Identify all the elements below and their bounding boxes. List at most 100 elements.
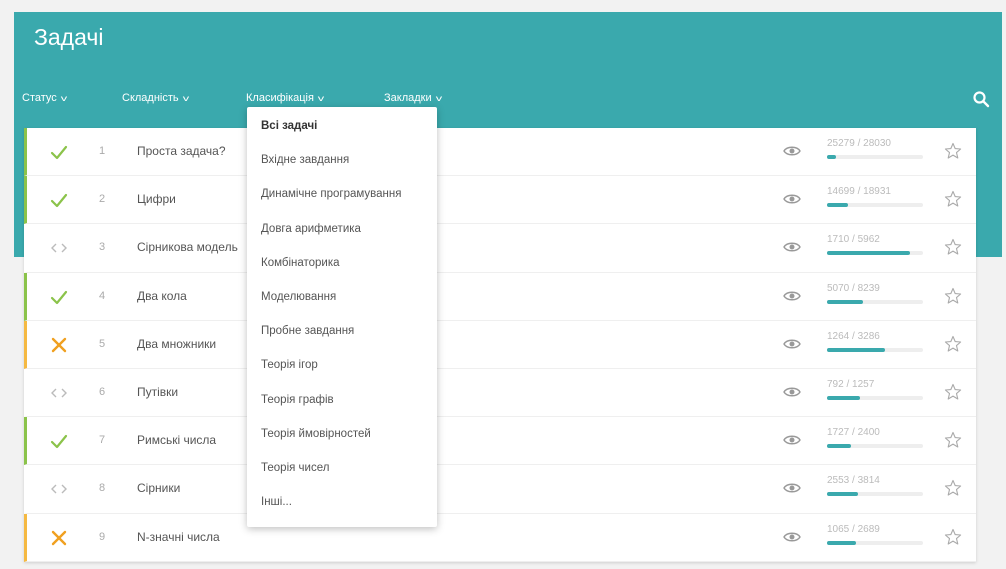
dropdown-item[interactable]: Інші... [261, 496, 292, 508]
dropdown-item[interactable]: Довга арифметика [261, 223, 361, 235]
progress-bar [827, 540, 923, 545]
star-icon[interactable] [944, 190, 962, 208]
stats-text: 5070 / 8239 [827, 282, 880, 294]
chevron-down-icon: v [60, 93, 67, 103]
filter-status-label: Статус [22, 92, 57, 104]
problem-row[interactable]: 8 Сірники 2553 / 3814 [24, 465, 976, 514]
progress-fill [827, 203, 849, 208]
star-icon[interactable] [944, 335, 962, 353]
eye-icon[interactable] [783, 240, 801, 254]
progress-bar [827, 347, 923, 352]
progress-fill [827, 444, 851, 449]
progress-fill [827, 395, 860, 400]
progress-bar [827, 444, 923, 449]
stats-text: 1264 / 3286 [827, 330, 880, 342]
progress-bar [827, 299, 923, 304]
progress-bar [827, 395, 923, 400]
problem-stats: 792 / 1257 [827, 379, 927, 400]
stats-text: 1727 / 2400 [827, 427, 880, 439]
filter-bar: Статус v Складність v Класифікація v Зак… [14, 92, 1002, 110]
dropdown-item[interactable]: Динамічне програмування [261, 188, 401, 200]
star-icon[interactable] [944, 287, 962, 305]
problem-row[interactable]: 6 Путівки 792 / 1257 [24, 369, 976, 418]
filter-status[interactable]: Статус v [22, 92, 67, 104]
problem-stats: 5070 / 8239 [827, 283, 927, 304]
problem-stats: 2553 / 3814 [827, 475, 927, 497]
progress-bar [827, 492, 923, 497]
dropdown-item[interactable]: Всі задачі [261, 120, 317, 132]
dropdown-item[interactable]: Вхідне завдання [261, 154, 349, 166]
eye-icon[interactable] [783, 385, 801, 399]
cross-icon [49, 528, 69, 548]
chevron-down-icon: v [182, 93, 189, 103]
dropdown-item[interactable]: Теорія ігор [261, 359, 318, 371]
dropdown-item[interactable]: Комбінаторика [261, 257, 340, 269]
dropdown-item[interactable]: Теорія чисел [261, 462, 329, 474]
check-icon [49, 287, 69, 307]
problem-row[interactable]: 5 Два множники 1264 / 3286 [24, 320, 976, 369]
dropdown-item[interactable]: Пробне завдання [261, 325, 354, 337]
problem-number: 7 [99, 434, 106, 447]
eye-icon[interactable] [783, 144, 801, 158]
problem-name[interactable]: Два множники [137, 337, 216, 351]
problem-number: 2 [99, 193, 106, 206]
problem-stats: 1065 / 2689 [827, 524, 927, 545]
search-icon[interactable] [972, 90, 990, 108]
stats-text: 1710 / 5962 [827, 234, 880, 246]
star-icon[interactable] [944, 383, 962, 401]
filter-difficulty[interactable]: Складність v [122, 92, 189, 104]
problem-row[interactable]: 4 Два кола 5070 / 8239 [24, 272, 976, 321]
check-icon [49, 431, 69, 451]
check-icon [49, 190, 69, 210]
problem-name[interactable]: Два кола [137, 289, 187, 303]
eye-icon[interactable] [783, 289, 801, 303]
dropdown-item[interactable]: Теорія графів [261, 394, 334, 406]
star-icon[interactable] [944, 479, 962, 497]
star-icon[interactable] [944, 528, 962, 546]
progress-fill [827, 155, 836, 159]
star-icon[interactable] [944, 238, 962, 256]
problem-name[interactable]: Проста задача? [137, 144, 226, 158]
filter-bookmarks-label: Закладки [384, 92, 432, 104]
eye-icon[interactable] [783, 433, 801, 447]
stats-text: 14699 / 18931 [827, 186, 891, 198]
dropdown-item[interactable]: Моделювання [261, 291, 336, 303]
star-icon[interactable] [944, 142, 962, 160]
problem-stats: 1710 / 5962 [827, 234, 927, 256]
code-icon [49, 479, 69, 499]
problem-name[interactable]: Римські числа [137, 433, 216, 447]
progress-fill [827, 251, 910, 256]
problem-stats: 1264 / 3286 [827, 331, 927, 352]
problem-number: 3 [99, 241, 106, 254]
eye-icon[interactable] [783, 192, 801, 206]
progress-fill [827, 540, 856, 545]
problem-row[interactable]: 7 Римські числа 1727 / 2400 [24, 417, 976, 466]
problem-row[interactable]: 3 Сірникова модель 1710 / 5962 [24, 224, 976, 273]
filter-difficulty-label: Складність [122, 92, 179, 104]
problem-stats: 25279 / 28030 [827, 138, 927, 159]
code-icon [49, 383, 69, 403]
eye-icon[interactable] [783, 530, 801, 544]
check-icon [49, 142, 69, 162]
problem-name[interactable]: Цифри [137, 192, 176, 206]
eye-icon[interactable] [783, 481, 801, 495]
problem-name[interactable]: Путівки [137, 385, 178, 399]
problem-name[interactable]: Сірники [137, 481, 180, 495]
problem-row[interactable]: 1 Проста задача? 25279 / 28030 [24, 128, 976, 177]
chevron-down-icon: v [435, 93, 442, 103]
eye-icon[interactable] [783, 337, 801, 351]
filter-bookmarks[interactable]: Закладки v [384, 92, 442, 104]
problem-name[interactable]: Сірникова модель [137, 240, 238, 254]
progress-bar [827, 203, 923, 208]
problem-name[interactable]: N-значні числа [137, 530, 220, 544]
progress-bar [827, 251, 923, 256]
progress-bar [827, 155, 923, 159]
star-icon[interactable] [944, 431, 962, 449]
problem-number: 6 [99, 385, 106, 398]
problem-number: 1 [99, 145, 106, 157]
filter-classification[interactable]: Класифікація v [246, 92, 324, 104]
problem-row[interactable]: 2 Цифри 14699 / 18931 [24, 176, 976, 225]
problem-row[interactable]: 9 N-значні числа 1065 / 2689 [24, 513, 976, 562]
dropdown-item[interactable]: Теорія ймовірностей [261, 428, 371, 440]
problem-number: 8 [99, 482, 106, 495]
